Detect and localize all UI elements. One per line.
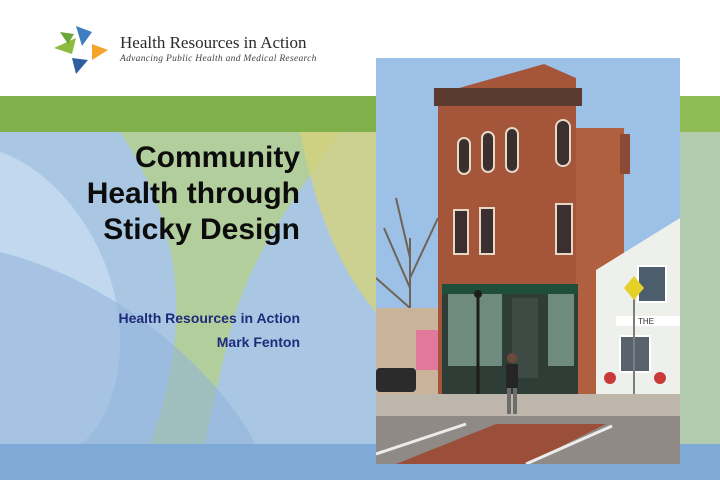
storefront-sign: THE [638,317,654,326]
brand-block: Health Resources in Action Advancing Pub… [120,34,317,66]
brand-name: Health Resources in Action [120,33,307,52]
slide-title: Community Health through Sticky Design [20,140,300,248]
organization-name: Health Resources in Action [118,310,300,326]
logo-icon [54,26,108,74]
subtitle-block: Health Resources in Action Mark Fenton [40,306,300,354]
green-band-right [676,96,720,132]
slide-title-line: Community [135,141,300,174]
street-photo: THE [376,58,680,464]
brand-tagline: Advancing Public Health and Medical Rese… [120,54,317,64]
slide-title-line: Sticky Design [103,213,300,246]
presenter-name: Mark Fenton [216,334,300,350]
slide-title-line: Health through [86,177,300,210]
